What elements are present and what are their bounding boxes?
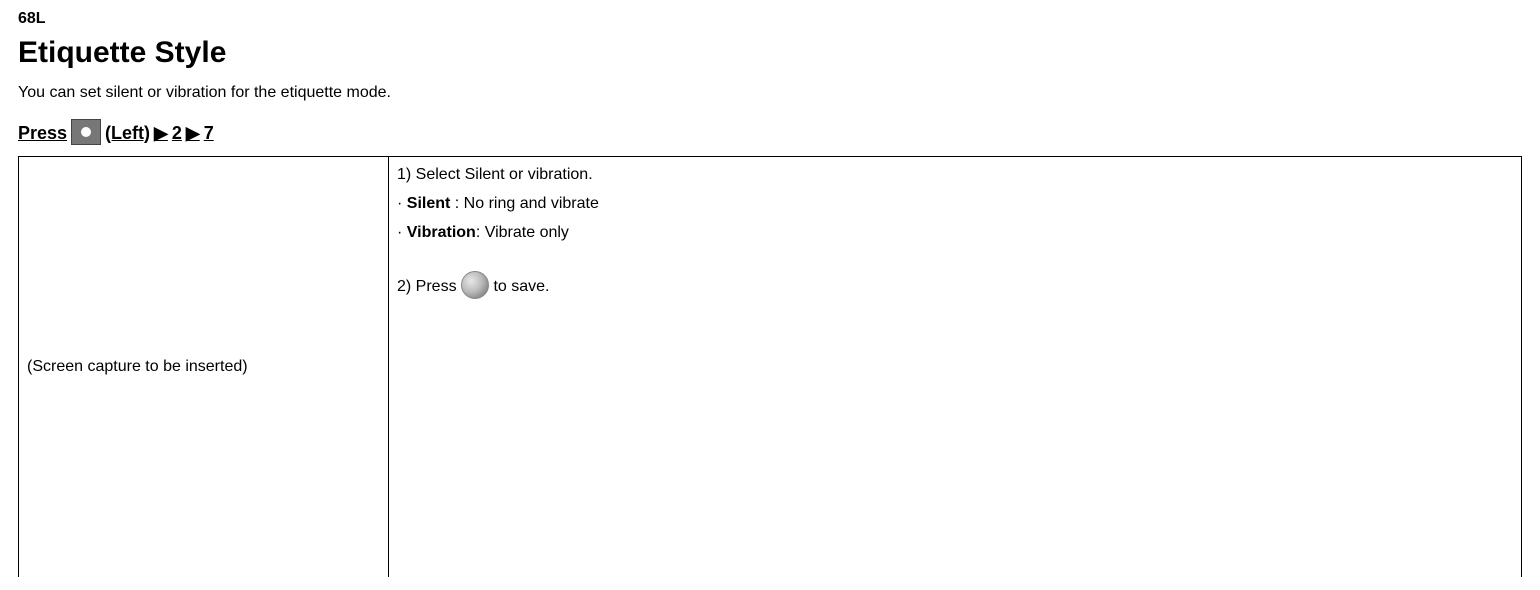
press-instruction: Press (Left) ▶ 2 ▶ 7 <box>18 120 1522 146</box>
spacer <box>397 249 1513 273</box>
step-1: 1) Select Silent or vibration. <box>397 161 1513 188</box>
screen-capture-placeholder: (Screen capture to be inserted) <box>27 358 248 375</box>
instruction-cell: 1) Select Silent or vibration. · Silent … <box>389 157 1522 577</box>
press-num1: 2 <box>172 123 182 144</box>
table-row: (Screen capture to be inserted) 1) Selec… <box>19 157 1522 577</box>
bullet-silent: · Silent : No ring and vibrate <box>397 190 1513 217</box>
ok-button-icon <box>461 271 489 299</box>
bullet-vibration: · Vibration: Vibrate only <box>397 219 1513 246</box>
step2-prefix: 2) Press <box>397 278 461 295</box>
bullet-label: Vibration <box>407 224 476 241</box>
bullet-rest: : Vibrate only <box>476 224 569 241</box>
bullet-label: Silent <box>407 195 451 212</box>
bullet-rest: : No ring and vibrate <box>450 195 599 212</box>
section-title: Etiquette Style <box>18 36 1522 70</box>
softkey-left-icon <box>71 119 101 145</box>
step2-suffix: to save. <box>493 278 549 295</box>
press-prefix: Press <box>18 123 67 144</box>
press-num2: 7 <box>204 123 214 144</box>
screen-capture-cell: (Screen capture to be inserted) <box>19 157 389 577</box>
page-number: 68L <box>18 10 1522 28</box>
instruction-table: (Screen capture to be inserted) 1) Selec… <box>18 156 1522 577</box>
press-left-label: (Left) <box>105 123 150 144</box>
bullet-dot: · <box>397 224 407 241</box>
bullet-dot: · <box>397 195 407 212</box>
arrow-icon: ▶ <box>154 123 168 144</box>
arrow-icon: ▶ <box>186 123 200 144</box>
step-2: 2) Press to save. <box>397 278 550 295</box>
intro-text: You can set silent or vibration for the … <box>18 84 1522 102</box>
